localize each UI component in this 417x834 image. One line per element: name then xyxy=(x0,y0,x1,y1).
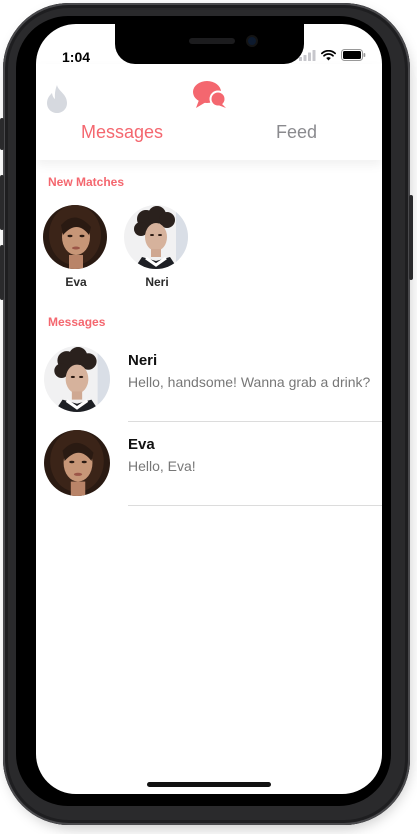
match-item-eva[interactable]: Eva xyxy=(43,205,109,289)
match-name: Eva xyxy=(65,275,87,289)
mute-switch xyxy=(0,245,4,300)
avatar xyxy=(43,205,107,269)
match-item-neri[interactable]: Neri xyxy=(124,205,190,289)
avatar xyxy=(44,346,110,412)
avatar xyxy=(44,430,110,496)
tab-messages[interactable]: Messages xyxy=(81,122,163,143)
chat-bubbles-icon[interactable] xyxy=(191,79,229,116)
new-matches-heading: New Matches xyxy=(48,175,125,189)
volume-down-button xyxy=(0,175,4,230)
volume-up-button xyxy=(0,118,4,150)
app-header: Messages Feed xyxy=(36,64,382,160)
conversation-name: Eva xyxy=(128,436,155,453)
app-screen: 1:04 Messages Feed New Matches Eva Neri … xyxy=(36,24,382,794)
front-camera xyxy=(248,37,256,45)
tab-feed[interactable]: Feed xyxy=(276,122,317,143)
speaker-grille xyxy=(189,38,235,44)
home-indicator[interactable] xyxy=(147,782,271,787)
row-divider xyxy=(128,505,382,506)
conversation-item-neri[interactable]: Neri Hello, handsome! Wanna grab a drink… xyxy=(36,338,382,422)
conversation-name: Neri xyxy=(128,352,158,369)
message-preview: Hello, Eva! xyxy=(128,458,196,474)
conversation-item-eva[interactable]: Eva Hello, Eva! xyxy=(36,422,382,506)
power-button xyxy=(409,195,413,280)
status-time: 1:04 xyxy=(62,49,91,65)
notch xyxy=(115,24,304,64)
flame-icon[interactable] xyxy=(44,84,70,119)
messages-heading: Messages xyxy=(48,315,106,329)
avatar xyxy=(124,205,188,269)
match-name: Neri xyxy=(145,275,169,289)
message-preview: Hello, handsome! Wanna grab a drink? xyxy=(128,374,371,390)
